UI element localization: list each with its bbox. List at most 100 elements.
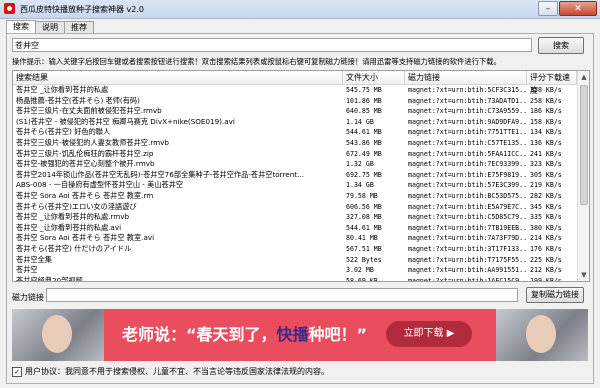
result-name-cell: ABS-008 - 一自操府有虚型怀苍井空山 - 美山苍井空 — [16, 180, 184, 190]
file-size-cell: 1.14 GB — [346, 117, 374, 126]
result-name-cell: 苍井空 _让你看到苍井的私處.rmvb — [16, 212, 130, 222]
download-speed-cell: 214 KB/s — [530, 234, 562, 243]
agreement: ✓ 用户协议：我同意不用于搜索侵权、儿童不宜、不当言论等违反国家法律法规的内容。 — [12, 366, 329, 377]
table-row[interactable]: 苍井空三级片-被侵犯的人妻女教师苍井空.rmvb 543.86 MB magnet:… — [13, 138, 577, 149]
magnet-link-cell: magnet:?xt=urn:btih:1AFC15C9... — [408, 276, 527, 282]
file-size-cell: 672.49 MB — [346, 149, 382, 158]
table-row[interactable]: 杨晶推薦-苍井空(苍井そら) 老师(有码) 101.86 MB magnet:?xt… — [13, 96, 577, 107]
result-name-cell: 苍井空全集 — [16, 254, 52, 264]
file-size-cell: 522 Bytes — [346, 255, 382, 264]
result-name-cell: 苍井そら(苍井空) 好色的聯人 — [16, 127, 111, 137]
minimize-button[interactable]: – — [538, 1, 558, 16]
scroll-down-icon[interactable]: ▼ — [578, 269, 589, 281]
magnet-link-cell: magnet:?xt=urn:btih:C73A9559... — [408, 107, 527, 116]
file-size-cell: 543.86 MB — [346, 138, 382, 147]
file-size-cell: 3.02 MB — [346, 266, 374, 275]
results-table[interactable]: 搜索结果 文件大小 磁力链接 评分下载速度 苍井空 _让你看到苍井的私處 545.… — [12, 70, 590, 282]
window-title: 西瓜皮特快播放种子搜索神器 v2.0 — [20, 5, 144, 14]
file-size-cell: 327.08 MB — [346, 213, 382, 222]
ad-download-button[interactable]: 立即下载 ▶ — [386, 321, 472, 347]
search-button[interactable]: 搜索 — [538, 37, 584, 54]
download-speed-cell: 282 KB/s — [530, 191, 562, 200]
search-input[interactable]: 苍井空 — [12, 38, 532, 52]
magnet-link-cell: magnet:?xt=urn:btih:BC53D575... — [408, 191, 527, 200]
vertical-scrollbar[interactable]: ▲ ▼ — [577, 71, 589, 281]
close-button[interactable]: ✕ — [559, 1, 597, 16]
file-size-cell: 1.32 GB — [346, 160, 374, 169]
table-row[interactable]: 苍井空 Sora Aoi 苍井そら 苍井空 教室.rm 79.58 MB magne… — [13, 191, 577, 202]
table-row[interactable]: 苍井空 _让你看到苍井的私處 545.75 MB magnet:?xt=urn:bt… — [13, 85, 577, 96]
table-row[interactable]: 苍井空 Sora Aoi 苍井そら 苍井空 教室.avi 80.41 MB magn… — [13, 233, 577, 244]
file-size-cell: 567.51 MB — [346, 244, 382, 253]
file-size-cell: 544.61 MB — [346, 223, 382, 232]
result-name-cell: 苍井空三级片-饥乱伦痴狂的霸杆苍井空.zip — [16, 148, 154, 158]
magnet-link-cell: magnet:?xt=urn:btih:5CF3C315... — [408, 86, 527, 94]
ad-text: 老师说：“春天到了，快播种吧！” — [122, 325, 368, 344]
file-size-cell: 79.58 MB — [346, 191, 378, 200]
magnet-link-cell: magnet:?xt=urn:btih:E75F9819... — [408, 170, 527, 179]
magnet-link-cell: magnet:?xt=urn:btih:7751TTE1... — [408, 128, 527, 137]
column-header-speed[interactable]: 评分下载速度 — [527, 71, 577, 95]
magnet-link-cell: magnet:?xt=urn:btih:7A73F79D... — [408, 234, 527, 243]
table-row[interactable]: 苍井空2014年锁山作品(苍井空无乱码)-苍井空76部全集种子-苍井空作品-苍井… — [13, 170, 577, 181]
table-row[interactable]: 苍井空全集 522 Bytes magnet:?xt=urn:btih:T7175F… — [13, 255, 577, 266]
operation-hint: 操作提示：输入关键字后按回车键或者搜索按钮进行搜索！双击搜索结果列表或按鼠标右键… — [12, 57, 501, 66]
magnet-link-cell: magnet:?xt=urn:btih:57E3C399... — [408, 181, 527, 190]
download-speed-cell: 176 KB/s — [530, 244, 562, 253]
table-row[interactable]: 苍井空-被强犯的苍井空心刻整个被开.rmvb 1.32 GB magnet:?xt=… — [13, 159, 577, 170]
table-row[interactable]: 苍井そら(苍井空) 好色的聯人 544.61 MB magnet:?xt=urn:b… — [13, 127, 577, 138]
column-header-magnet[interactable]: 磁力链接 — [405, 71, 527, 84]
magnet-link-cell: magnet:?xt=urn:btih:7TB19EEB... — [408, 223, 527, 232]
table-row[interactable]: 苍井空 _让你看到苍井的私處.avi 544.61 MB magnet:?xt=ur… — [13, 223, 577, 234]
magnet-link-cell: magnet:?xt=urn:btih:T7175F55... — [408, 255, 527, 264]
table-row[interactable]: 苍井そら(苍井空)エロい女の淫語遊び 606.56 MB magnet:?xt=ur… — [13, 202, 577, 213]
table-row[interactable]: ABS-008 - 一自操府有虚型怀苍井空山 - 美山苍井空 1.34 GB mag… — [13, 180, 577, 191]
download-speed-cell: 186 KB/s — [530, 107, 562, 116]
result-name-cell: 苍井空三级片-被侵犯的人妻女教师苍井空.rmvb — [16, 137, 169, 147]
table-row[interactable]: 苍井空 3.02 MB magnet:?xt=urn:btih:AA991551..… — [13, 265, 577, 276]
tab-search[interactable]: 搜索 — [6, 20, 36, 34]
copy-magnet-button[interactable]: 复制磁力链接 — [526, 287, 584, 303]
scroll-thumb[interactable] — [580, 85, 588, 205]
magnet-link-cell: magnet:?xt=urn:btih:7EC93399... — [408, 160, 527, 169]
file-size-cell: 1.34 GB — [346, 181, 374, 190]
result-name-cell: 苍井空 — [16, 265, 38, 275]
ad-banner[interactable]: 老师说：“春天到了，快播种吧！” 立即下载 ▶ — [12, 309, 588, 361]
file-size-cell: 101.86 MB — [346, 96, 382, 105]
file-size-cell: 640.85 MB — [346, 107, 382, 116]
result-name-cell: 苍井空2014年锁山作品(苍井空无乱码)-苍井空76部全集种子-苍井空作品-苍井… — [16, 169, 304, 179]
table-row[interactable]: 苍井空 _让你看到苍井的私處.rmvb 327.08 MB magnet:?xt=u… — [13, 212, 577, 223]
download-speed-cell: 380 KB/s — [530, 223, 562, 232]
result-name-cell: 苍井空 Sora Aoi 苍井そら 苍井空 教室.avi — [16, 233, 155, 243]
table-rows: 苍井空 _让你看到苍井的私處 545.75 MB magnet:?xt=urn:bt… — [13, 85, 577, 282]
magnet-link-cell: magnet:?xt=urn:btih:C5D85C79... — [408, 213, 527, 222]
column-header-result[interactable]: 搜索结果 — [13, 71, 343, 84]
download-speed-cell: 258 KB/s — [530, 96, 562, 105]
magnet-link-cell: magnet:?xt=urn:btih:C57TE135... — [408, 138, 527, 147]
scroll-up-icon[interactable]: ▲ — [578, 71, 589, 83]
table-row[interactable]: 苍井そら(苍井空) 什だけのアイドル 567.51 MB magnet:?xt=ur… — [13, 244, 577, 255]
magnet-link-field[interactable] — [46, 288, 518, 302]
download-speed-cell: 134 KB/s — [530, 128, 562, 137]
table-header: 搜索结果 文件大小 磁力链接 评分下载速度 — [13, 71, 577, 95]
file-size-cell: 606.56 MB — [346, 202, 382, 211]
title-bar: 西瓜皮特快播放种子搜索神器 v2.0 – ✕ — [0, 0, 600, 19]
table-row[interactable]: 苍井空经典20部视频 58.69 KB magnet:?xt=urn:btih:1A… — [13, 275, 577, 282]
column-header-size[interactable]: 文件大小 — [343, 71, 405, 84]
download-speed-cell: 305 KB/s — [530, 170, 562, 179]
result-name-cell: 苍井空-被强犯的苍井空心刻整个被开.rmvb — [16, 159, 155, 169]
result-name-cell: 苍井空 Sora Aoi 苍井そら 苍井空 教室.rm — [16, 190, 154, 200]
magnet-label: 磁力链接 — [12, 293, 44, 302]
table-row[interactable]: 苍井空三级片-饥乱伦痴狂的霸杆苍井空.zip 672.49 MB magnet:?x… — [13, 149, 577, 160]
agreement-checkbox[interactable]: ✓ — [12, 366, 22, 377]
download-speed-cell: 358 KB/s — [530, 86, 562, 94]
file-size-cell: 545.75 MB — [346, 86, 382, 94]
file-size-cell: 692.75 MB — [346, 170, 382, 179]
result-name-cell: 苍井空经典20部视频 — [16, 275, 83, 282]
file-size-cell: 544.61 MB — [346, 128, 382, 137]
magnet-link-cell: magnet:?xt=urn:btih:9AD9DFA9... — [408, 117, 527, 126]
download-speed-cell: 158 KB/s — [530, 117, 562, 126]
table-row[interactable]: 苍井空三级片-在丈夫面前被侵犯苍井空.rmvb 640.85 MB magnet:?… — [13, 106, 577, 117]
download-speed-cell: 199 KB/s — [530, 276, 562, 282]
table-row[interactable]: (S1)苍井空 - 被侵犯的苍井空 痴卿马赛克 DivX+nike(SOE019… — [13, 117, 577, 128]
